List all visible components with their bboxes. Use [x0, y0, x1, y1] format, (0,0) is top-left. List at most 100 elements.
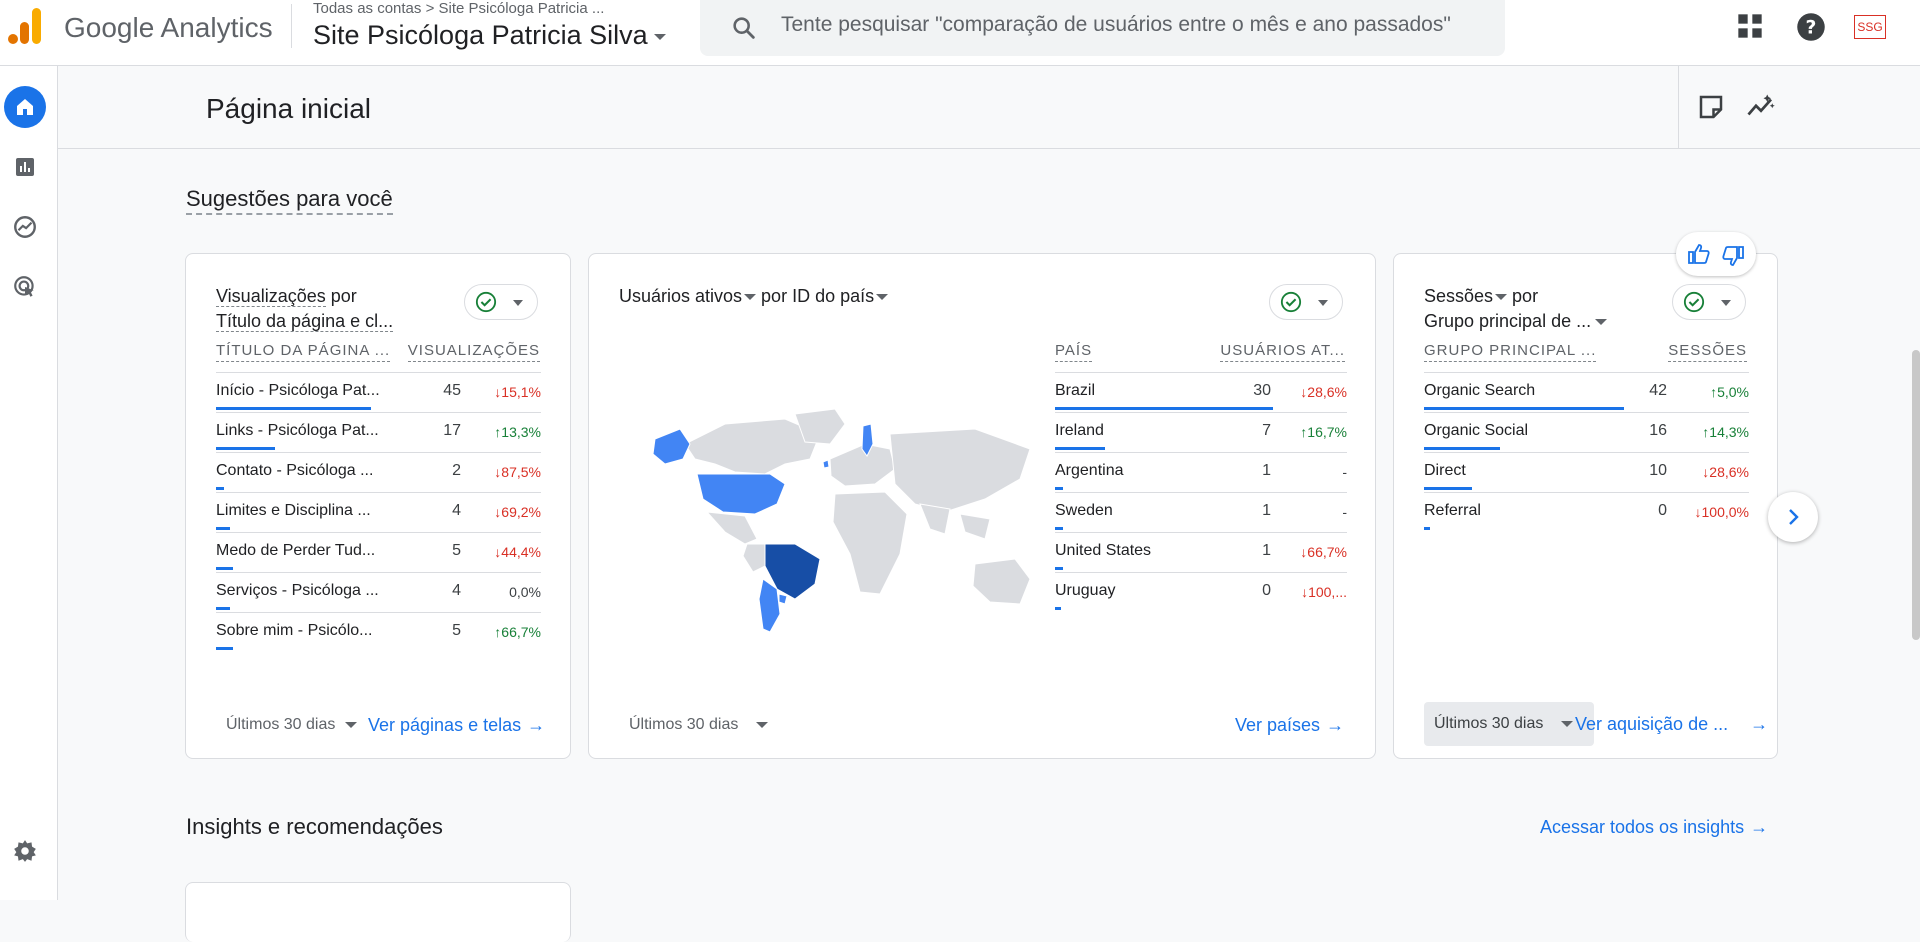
- date-range[interactable]: Últimos 30 dias: [629, 716, 769, 734]
- column-header-country[interactable]: PAÍS: [1055, 342, 1093, 362]
- dropdown-arrow-icon: [1721, 300, 1731, 306]
- row-value: 2: [452, 462, 461, 479]
- breadcrumb[interactable]: Todas as contas > Site Psicóloga Patrici…: [313, 0, 604, 17]
- account-avatar[interactable]: SSG: [1854, 15, 1886, 39]
- compare-pill[interactable]: [1269, 284, 1343, 320]
- next-card-button[interactable]: [1768, 492, 1818, 542]
- row-value: 17: [443, 422, 461, 439]
- row-bar: [1055, 527, 1063, 530]
- table-row[interactable]: Uruguay 0 ↓100,...: [1055, 572, 1347, 612]
- table-row[interactable]: Brazil 30 ↓28,6%: [1055, 372, 1347, 412]
- table-row[interactable]: Ireland 7 ↑16,7%: [1055, 412, 1347, 452]
- table-row[interactable]: Argentina 1 -: [1055, 452, 1347, 492]
- insights-icon[interactable]: [1746, 92, 1776, 122]
- row-change: 0,0%: [509, 584, 541, 600]
- row-label: Brazil: [1055, 382, 1096, 399]
- table-row[interactable]: United States 1 ↓66,7%: [1055, 532, 1347, 572]
- caret-down-icon: [744, 294, 757, 301]
- home-icon: [17, 99, 33, 115]
- table-row[interactable]: Contato - Psicóloga ... 2 ↓87,5%: [216, 452, 541, 492]
- row-value: 45: [443, 382, 461, 399]
- all-insights-link[interactable]: Acessar todos os insights →: [1540, 817, 1768, 838]
- card-pages: Visualizações por Título da página e cl..…: [185, 253, 571, 759]
- world-map[interactable]: [645, 404, 1035, 634]
- table-row[interactable]: Medo de Perder Tud... 5 ↓44,4%: [216, 532, 541, 572]
- row-value: 0: [1262, 582, 1271, 599]
- column-header-title[interactable]: TÍTULO DA PÁGINA ...: [216, 342, 391, 362]
- caret-down-icon: [1495, 294, 1508, 301]
- column-header-users[interactable]: USUÁRIOS AT...: [1220, 342, 1345, 362]
- caret-down-icon: [1595, 319, 1608, 326]
- row-change: ↑13,3%: [494, 424, 541, 440]
- table-row[interactable]: Limites e Disciplina ... 4 ↓69,2%: [216, 492, 541, 532]
- row-label: Serviços - Psicóloga ...: [216, 582, 379, 599]
- card-title[interactable]: Usuários ativos por ID do país: [619, 284, 889, 309]
- row-bar: [216, 567, 234, 570]
- table-row[interactable]: Sobre mim - Psicólo... 5 ↑66,7%: [216, 612, 541, 652]
- view-countries-link[interactable]: Ver países →: [1235, 715, 1344, 736]
- column-header-channel[interactable]: GRUPO PRINCIPAL ...: [1424, 342, 1597, 362]
- settings-icon: [14, 840, 36, 862]
- card-title[interactable]: Sessões por Grupo principal de ...: [1424, 284, 1608, 334]
- view-acquisition-link[interactable]: Ver aquisição de ... →: [1575, 714, 1768, 735]
- table-row[interactable]: Links - Psicóloga Pat... 17 ↑13,3%: [216, 412, 541, 452]
- nav-settings[interactable]: [4, 830, 46, 872]
- card-title[interactable]: Visualizações por Título da página e cl..…: [216, 284, 394, 334]
- table-row[interactable]: Sweden 1 -: [1055, 492, 1347, 532]
- row-change: ↓28,6%: [1300, 384, 1347, 400]
- search-bar[interactable]: Tente pesquisar "comparação de usuários …: [700, 0, 1505, 56]
- brand-name: Google Analytics: [64, 12, 273, 43]
- dropdown-arrow-icon: [1318, 300, 1328, 306]
- table-row[interactable]: Serviços - Psicóloga ... 4 0,0%: [216, 572, 541, 612]
- row-label: Argentina: [1055, 462, 1124, 479]
- map-india: [919, 503, 951, 535]
- view-pages-link[interactable]: Ver páginas e telas →: [368, 715, 545, 736]
- nav-explore[interactable]: [4, 206, 46, 248]
- compare-pill[interactable]: [1672, 284, 1746, 320]
- caret-down-icon: [756, 721, 769, 728]
- date-range[interactable]: Últimos 30 dias: [226, 716, 358, 734]
- nav-advertising[interactable]: [4, 266, 46, 308]
- row-label: Limites e Disciplina ...: [216, 502, 371, 519]
- thumbs-up-icon[interactable]: [1686, 242, 1712, 266]
- column-header-sessions[interactable]: SESSÕES: [1668, 342, 1747, 362]
- caret-down-icon: [345, 721, 358, 728]
- table-row[interactable]: Direct 10 ↓28,6%: [1424, 452, 1749, 492]
- table-row[interactable]: Organic Search 42 ↑5,0%: [1424, 372, 1749, 412]
- nav-reports[interactable]: [4, 146, 46, 188]
- row-bar: [216, 447, 275, 450]
- row-label: Ireland: [1055, 422, 1104, 439]
- map-se-asia: [959, 513, 991, 540]
- note-icon[interactable]: [1696, 92, 1726, 122]
- row-change: ↑66,7%: [494, 624, 541, 640]
- row-label: Contato - Psicóloga ...: [216, 462, 374, 479]
- apps-grid-icon[interactable]: [1736, 12, 1764, 40]
- scrollbar[interactable]: [1912, 350, 1920, 640]
- row-change: ↑5,0%: [1710, 384, 1749, 400]
- table-row[interactable]: Referral 0 ↓100,0%: [1424, 492, 1749, 532]
- row-value: 10: [1649, 462, 1667, 479]
- search-icon: [733, 17, 755, 39]
- table-row[interactable]: Início - Psicóloga Pat... 45 ↓15,1%: [216, 372, 541, 412]
- map-usa: [696, 473, 786, 515]
- row-bar: [1055, 447, 1106, 450]
- svg-text:?: ?: [1806, 17, 1817, 38]
- analytics-logo-icon[interactable]: [6, 6, 42, 46]
- row-change: ↓87,5%: [494, 464, 541, 480]
- table-row[interactable]: Organic Social 16 ↑14,3%: [1424, 412, 1749, 452]
- help-icon[interactable]: ?: [1796, 12, 1826, 42]
- row-bar: [216, 607, 230, 610]
- column-header-views[interactable]: VISUALIZAÇÕES: [407, 342, 540, 362]
- caret-down-icon: [1561, 720, 1574, 727]
- map-ireland: [822, 459, 830, 469]
- compare-pill[interactable]: [464, 284, 538, 320]
- thumbs-down-icon[interactable]: [1720, 244, 1746, 268]
- row-value: 5: [452, 542, 461, 559]
- nav-home[interactable]: [4, 86, 46, 128]
- property-selector[interactable]: Site Psicóloga Patricia Silva: [313, 20, 666, 51]
- row-label: Links - Psicóloga Pat...: [216, 422, 379, 439]
- date-range[interactable]: Últimos 30 dias: [1434, 715, 1574, 733]
- check-circle-icon: [475, 291, 497, 313]
- top-bar: Google Analytics Todas as contas > Site …: [0, 0, 1920, 66]
- row-label: Sweden: [1055, 502, 1113, 519]
